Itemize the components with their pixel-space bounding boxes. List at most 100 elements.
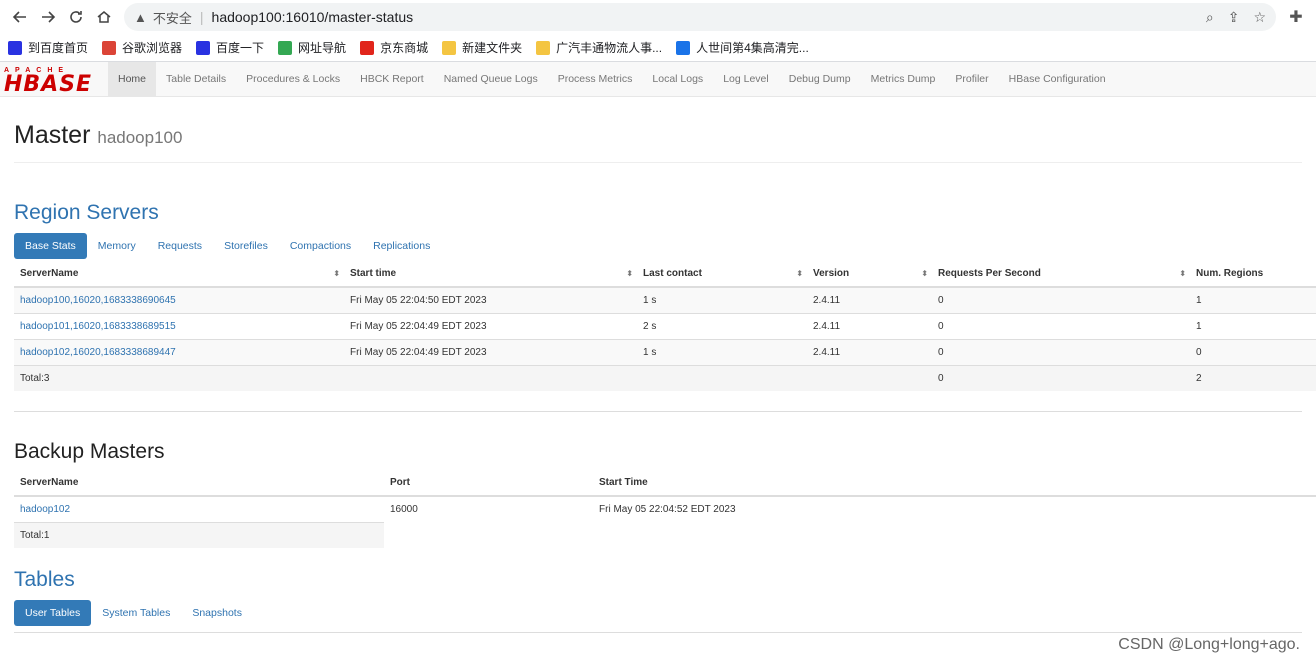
total-regions: 2 xyxy=(1190,364,1316,391)
column-header: Start Time xyxy=(593,470,1316,497)
video-icon xyxy=(676,40,691,55)
column-header-label: Start time xyxy=(350,268,397,279)
region-servers-tabs: Base Stats Memory Requests Storefiles Compac… xyxy=(14,233,1302,259)
sort-icon[interactable]: ⬍ xyxy=(796,269,803,278)
tab-base-stats[interactable]: Base Stats xyxy=(14,233,87,259)
sort-icon[interactable]: ⬍ xyxy=(921,269,928,278)
total-label: Total:1 xyxy=(14,521,384,548)
tab-memory[interactable]: Memory xyxy=(87,233,147,259)
table-cell: hadoop100,16020,1683338690645 xyxy=(14,286,344,313)
nav-item-named-queue-logs[interactable]: Named Queue Logs xyxy=(434,62,548,96)
bookmark-item[interactable]: 百度一下 xyxy=(196,39,264,56)
sort-icon[interactable]: ⬍ xyxy=(626,269,633,278)
table-row: hadoop100,16020,1683338690645 Fri May 05 … xyxy=(14,286,1316,313)
nav-item-profiler[interactable]: Profiler xyxy=(945,62,998,96)
table-cell: 2.4.11 xyxy=(807,286,932,313)
baidu-icon xyxy=(8,40,22,55)
tab-snapshots[interactable]: Snapshots xyxy=(181,600,253,626)
bookmark-label: 新建文件夹 xyxy=(462,41,523,55)
folder-icon xyxy=(536,40,551,55)
bookmark-label: 谷歌浏览器 xyxy=(122,41,183,55)
baidu-icon xyxy=(196,40,211,55)
server-link[interactable]: hadoop100,16020,1683338690645 xyxy=(20,295,176,306)
extensions-icon[interactable]: ✚ xyxy=(1282,3,1310,31)
column-header[interactable]: ServerName ⬍ xyxy=(14,261,344,288)
bookmark-item[interactable]: 新建文件夹 xyxy=(442,39,522,56)
table-cell: hadoop102,16020,1683338689447 xyxy=(14,338,344,365)
column-header[interactable]: Num. Regions xyxy=(1190,261,1316,288)
reload-icon[interactable] xyxy=(62,3,90,31)
watermark: CSDN @Long+long+ago. xyxy=(1118,636,1300,653)
page-subtitle: hadoop100 xyxy=(97,128,183,147)
table-cell: hadoop102 xyxy=(14,495,384,522)
nav-item-hbase-configuration[interactable]: HBase Configuration xyxy=(999,62,1116,96)
table-cell: 1 xyxy=(1190,286,1316,313)
tab-requests[interactable]: Requests xyxy=(147,233,213,259)
share-icon[interactable]: ⇪ xyxy=(1228,9,1240,26)
bookmark-item[interactable]: 京东商城 xyxy=(360,39,428,56)
nav-item-process-metrics[interactable]: Process Metrics xyxy=(548,62,643,96)
server-link[interactable]: hadoop102,16020,1683338689447 xyxy=(20,347,176,358)
table-cell xyxy=(637,364,807,391)
bookmark-item[interactable]: 广汽丰通物流人事... xyxy=(536,39,662,56)
table-cell xyxy=(807,364,932,391)
table-cell xyxy=(384,522,593,548)
zoom-icon[interactable]: ⌕ xyxy=(1206,9,1214,26)
bookmark-label: 到百度首页 xyxy=(28,41,89,55)
column-header[interactable]: Start time ⬍ xyxy=(344,261,637,288)
tables-heading: Tables xyxy=(14,568,75,591)
table-cell: Fri May 05 22:04:50 EDT 2023 xyxy=(344,286,637,313)
sort-icon[interactable]: ⬍ xyxy=(1179,269,1186,278)
nav-item-log-level[interactable]: Log Level xyxy=(713,62,779,96)
nav-item-table-details[interactable]: Table Details xyxy=(156,62,236,96)
tab-user-tables[interactable]: User Tables xyxy=(14,600,92,626)
star-icon[interactable]: ☆ xyxy=(1253,9,1266,26)
server-link[interactable]: hadoop101,16020,1683338689515 xyxy=(20,321,176,332)
nav-item-hbck-report[interactable]: HBCK Report xyxy=(350,62,434,96)
tab-compactions[interactable]: Compactions xyxy=(279,233,362,259)
bookmark-item[interactable]: 到百度首页 xyxy=(8,39,88,56)
warning-icon: ▲ xyxy=(134,9,147,25)
table-cell: 2.4.11 xyxy=(807,338,932,365)
security-label: 不安全 xyxy=(152,10,192,26)
hbase-logo[interactable]: APACHE HBASE xyxy=(0,62,108,96)
bookmarks-bar: 到百度首页 谷歌浏览器 百度一下 网址导航 京东商城 新建文件夹 广汽丰通物流人事... 人世… xyxy=(0,34,1316,62)
region-servers-heading: Region Servers xyxy=(14,201,159,224)
backup-master-link[interactable]: hadoop102 xyxy=(20,504,70,515)
back-icon[interactable] xyxy=(6,3,34,31)
tab-replications[interactable]: Replications xyxy=(362,233,441,259)
nav-item-local-logs[interactable]: Local Logs xyxy=(642,62,713,96)
bookmark-item[interactable]: 人世间第4集高清完... xyxy=(676,39,809,56)
table-cell: 1 s xyxy=(637,286,807,313)
nav-item-procedures-locks[interactable]: Procedures & Locks xyxy=(236,62,350,96)
bookmark-label: 京东商城 xyxy=(380,41,429,55)
sort-icon[interactable]: ⬍ xyxy=(333,269,340,278)
nav-item-home[interactable]: Home xyxy=(108,62,157,96)
table-total-row: Total:3 0 2 xyxy=(14,364,1316,391)
bookmark-item[interactable]: 网址导航 xyxy=(278,39,346,56)
column-header[interactable]: Last contact ⬍ xyxy=(637,261,807,288)
table-cell: 2.4.11 xyxy=(807,312,932,339)
forward-icon[interactable] xyxy=(34,3,62,31)
bookmark-item[interactable]: 谷歌浏览器 xyxy=(102,39,182,56)
address-bar[interactable]: ▲ 不安全 | hadoop100:16010/master-status ⌕ … xyxy=(124,3,1276,31)
chrome-icon xyxy=(102,40,117,55)
column-header: Port xyxy=(384,470,593,497)
nav-item-metrics-dump[interactable]: Metrics Dump xyxy=(861,62,946,96)
table-cell: Fri May 05 22:04:52 EDT 2023 xyxy=(593,495,1316,522)
url-text: hadoop100:16010/master-status xyxy=(211,9,414,25)
home-icon[interactable] xyxy=(90,3,118,31)
column-header-label: Num. Regions xyxy=(1196,268,1264,279)
folder-icon xyxy=(442,40,457,55)
column-header[interactable]: Version ⬍ xyxy=(807,261,932,288)
tab-storefiles[interactable]: Storefiles xyxy=(213,233,279,259)
table-cell: 0 xyxy=(932,286,1190,313)
region-servers-table: ServerName ⬍ Start time ⬍ Last contact ⬍ Versi… xyxy=(14,261,1316,391)
table-cell: 0 xyxy=(932,338,1190,365)
tab-system-tables[interactable]: System Tables xyxy=(91,600,181,626)
table-cell: 0 xyxy=(932,312,1190,339)
nav-item-debug-dump[interactable]: Debug Dump xyxy=(779,62,861,96)
column-header[interactable]: Requests Per Second ⬍ xyxy=(932,261,1190,288)
bookmark-label: 人世间第4集高清完... xyxy=(696,41,809,55)
column-header-label: Version xyxy=(813,268,850,279)
